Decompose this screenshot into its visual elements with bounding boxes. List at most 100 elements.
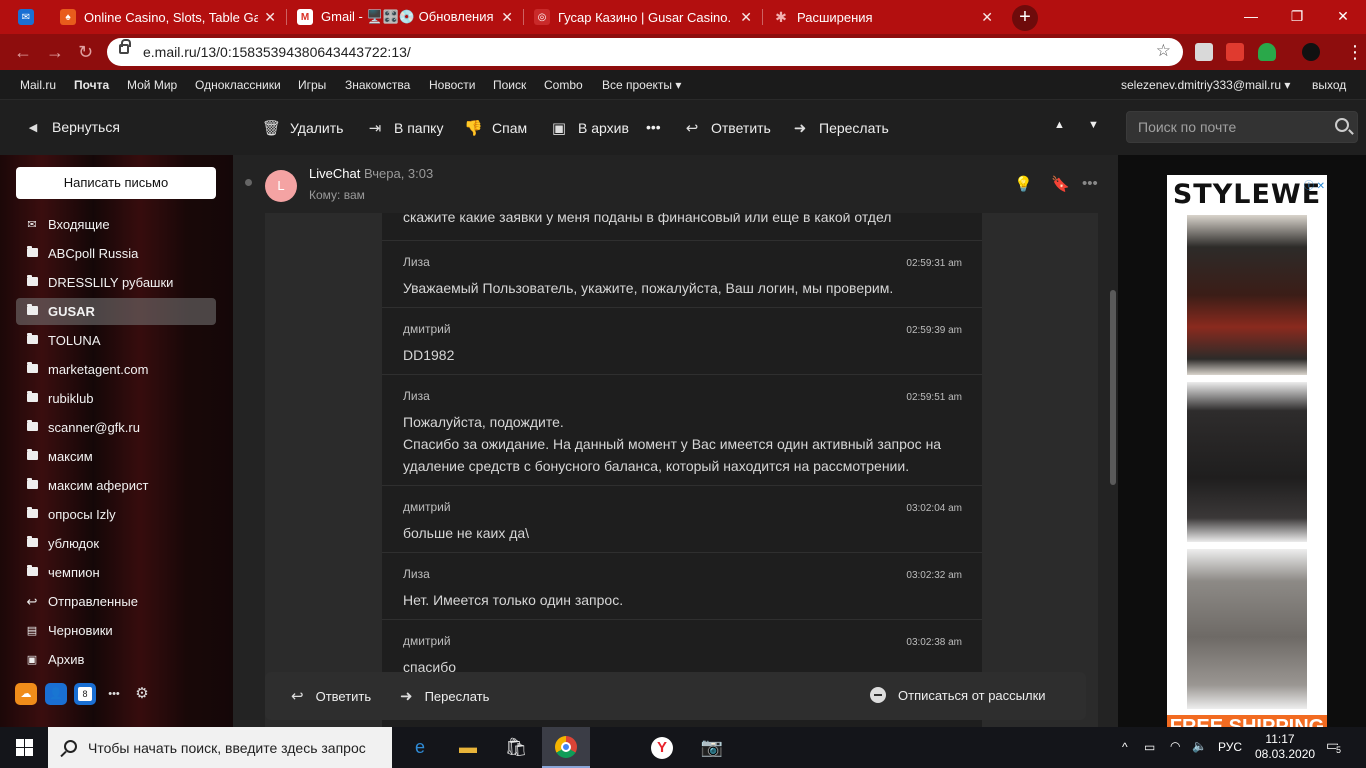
next-message-button[interactable]: ▼ <box>1088 119 1099 131</box>
taskbar-clock[interactable]: 11:17 08.03.2020 <box>1255 732 1315 762</box>
unread-dot-icon[interactable] <box>245 179 252 186</box>
compose-button[interactable]: Написать письмо <box>16 167 216 199</box>
close-icon[interactable]: ✕ <box>981 9 993 26</box>
battery-icon[interactable]: ▭ <box>1144 740 1155 754</box>
sidebar-item-rubiklub[interactable]: rubiklub <box>16 385 216 412</box>
portal-link-novosti[interactable]: Новости <box>429 78 475 92</box>
volume-icon[interactable]: 🔈 <box>1192 739 1207 753</box>
forward-icon[interactable]: → <box>46 42 64 63</box>
close-icon[interactable]: ✕ <box>501 9 513 26</box>
window-close-button[interactable]: ✕ <box>1320 0 1366 32</box>
more-apps-icon[interactable]: ••• <box>103 683 125 705</box>
portal-link-poisk[interactable]: Поиск <box>493 78 526 92</box>
scrollbar-thumb[interactable] <box>1110 290 1116 485</box>
sidebar-item-drafts[interactable]: ▤ Черновики <box>16 617 216 644</box>
cloud-app-icon[interactable]: ☁ <box>15 683 37 705</box>
close-icon[interactable]: ✕ <box>264 9 276 26</box>
sidebar-item-toluna[interactable]: TOLUNA <box>16 327 216 354</box>
ad-product-image-black-dress[interactable] <box>1187 382 1307 542</box>
delete-button[interactable]: 🗑 Удалить <box>262 119 343 137</box>
ad-product-image-grey-dress[interactable] <box>1187 549 1307 709</box>
unsubscribe-button[interactable]: Отписаться от рассылки <box>870 687 1046 703</box>
sidebar-item-scanner-gfk[interactable]: scanner@gfk.ru <box>16 414 216 441</box>
forward-button[interactable]: ➜ Переслать <box>791 119 889 137</box>
sidebar-item-maksim[interactable]: максим <box>16 443 216 470</box>
taskbar-search-box[interactable]: Чтобы начать поиск, введите здесь запрос <box>48 727 392 768</box>
chrome-icon[interactable] <box>542 727 590 768</box>
portal-link-znakomstva[interactable]: Знакомства <box>345 78 410 92</box>
calendar-app-icon[interactable]: 8 <box>74 683 96 705</box>
portal-link-all-projects[interactable]: Все проекты ▾ <box>602 78 681 92</box>
address-bar[interactable]: e.mail.ru/13/0:15835394380643443722:13/ … <box>107 38 1183 66</box>
search-icon[interactable] <box>1335 118 1349 132</box>
portal-link-mailru[interactable]: Mail.ru <box>20 78 56 92</box>
footer-forward-button[interactable]: ➜ Переслать <box>400 687 489 705</box>
portal-link-igry[interactable]: Игры <box>298 78 326 92</box>
sidebar-item-archive[interactable]: ▣ Архив <box>16 646 216 673</box>
sidebar-item-inbox[interactable]: ✉ Входящие <box>16 211 216 238</box>
tab-extensions[interactable]: ✱ Расширения ✕ <box>763 0 1003 34</box>
adchoices-icon[interactable]: ⓘ ✕ <box>1304 177 1325 192</box>
archive-box-icon: ▣ <box>551 120 567 137</box>
mail-search-input[interactable] <box>1127 112 1327 142</box>
menu-kebab-icon[interactable]: ⋮ <box>1346 42 1364 63</box>
new-tab-button[interactable]: + <box>1012 5 1038 31</box>
sidebar-item-dresslily[interactable]: DRESSLILY рубашки <box>16 269 216 296</box>
windows-start-icon[interactable] <box>16 739 33 756</box>
sidebar-item-abcpoll[interactable]: ABCpoll Russia <box>16 240 216 267</box>
sidebar-item-chempion[interactable]: чемпион <box>16 559 216 586</box>
maximize-button[interactable]: ❐ <box>1274 0 1320 32</box>
close-icon[interactable]: ✕ <box>740 9 752 26</box>
keyboard-language[interactable]: РУС <box>1218 740 1242 754</box>
shield-extension-icon[interactable] <box>1258 43 1276 61</box>
ad-product-image-floral-dress[interactable] <box>1187 215 1307 375</box>
pdf-extension-icon[interactable] <box>1226 43 1244 61</box>
wifi-icon[interactable]: ◠ <box>1170 739 1180 753</box>
gear-icon[interactable]: ⚙ <box>131 683 153 705</box>
more-dots-icon[interactable]: ••• <box>1082 175 1098 192</box>
sidebar-item-maksim-aferist[interactable]: максим аферист <box>16 472 216 499</box>
minimize-button[interactable]: — <box>1228 0 1274 32</box>
more-actions-button[interactable]: ••• <box>646 119 661 135</box>
profile-avatar-icon[interactable] <box>1302 43 1320 61</box>
extension-icon[interactable] <box>1195 43 1213 61</box>
portal-link-combo[interactable]: Combo <box>544 78 583 92</box>
sender-name[interactable]: LiveChat <box>309 166 360 181</box>
sidebar-item-marketagent[interactable]: marketagent.com <box>16 356 216 383</box>
yandex-browser-icon[interactable]: Y <box>638 727 686 768</box>
spam-button[interactable]: 👎 Спам <box>464 119 527 137</box>
tab-gmail[interactable]: M Gmail - 🖥️🎛️💿 Обновления на ✕ <box>287 0 523 34</box>
notification-center-icon[interactable]: ▭ 5 <box>1326 737 1346 757</box>
previous-message-button[interactable]: ▲ <box>1054 119 1065 131</box>
user-account-menu[interactable]: selezenev.dmitriy333@mail.ru ▾ <box>1121 78 1290 92</box>
archive-button[interactable]: ▣ В архив <box>550 119 629 137</box>
sidebar-item-sent[interactable]: ↩ Отправленные <box>16 588 216 615</box>
portal-link-pochta[interactable]: Почта <box>74 78 109 92</box>
chevron-up-icon[interactable]: ^ <box>1122 740 1128 754</box>
file-explorer-icon[interactable]: ▬ <box>444 727 492 768</box>
back-button[interactable]: ◀ Вернуться <box>24 119 120 135</box>
bookmark-star-icon[interactable]: ☆ <box>1156 41 1171 61</box>
portal-link-odnoklassniki[interactable]: Одноклассники <box>195 78 281 92</box>
camera-app-icon[interactable]: 📷 <box>688 727 736 768</box>
stylewe-ad[interactable]: STYLEWE ⓘ ✕ FREE SHIPPING <box>1167 175 1327 727</box>
back-icon[interactable]: ← <box>14 42 32 63</box>
edge-browser-icon[interactable]: e <box>396 727 444 768</box>
tab-mail-pinned[interactable]: ✉ <box>8 0 48 34</box>
contacts-app-icon[interactable]: 👤 <box>45 683 67 705</box>
sidebar-item-ublyudok[interactable]: ублюдок <box>16 530 216 557</box>
portal-link-moy-mir[interactable]: Мой Мир <box>127 78 177 92</box>
sidebar-item-gusar[interactable]: GUSAR <box>16 298 216 325</box>
tab-online-casino[interactable]: ♠ Online Casino, Slots, Table Games ✕ <box>50 0 286 34</box>
tab-gusar-casino[interactable]: ◎ Гусар Казино | Gusar Casino. Об ✕ <box>524 0 762 34</box>
lightbulb-icon[interactable]: 💡 <box>1014 175 1033 193</box>
reply-button[interactable]: ↩ Ответить <box>683 119 771 137</box>
store-icon[interactable]: 🛍 <box>492 727 540 768</box>
footer-reply-button[interactable]: ↩ Ответить <box>291 687 371 705</box>
forward-arrow-icon: ➜ <box>400 688 413 705</box>
move-to-folder-button[interactable]: ⇥ В папку <box>366 119 444 137</box>
sidebar-item-oprosy-izly[interactable]: опросы Izly <box>16 501 216 528</box>
logout-link[interactable]: выход <box>1312 78 1346 92</box>
reload-icon[interactable]: ↻ <box>78 42 93 63</box>
bookmark-icon[interactable]: 🔖 <box>1051 175 1070 193</box>
